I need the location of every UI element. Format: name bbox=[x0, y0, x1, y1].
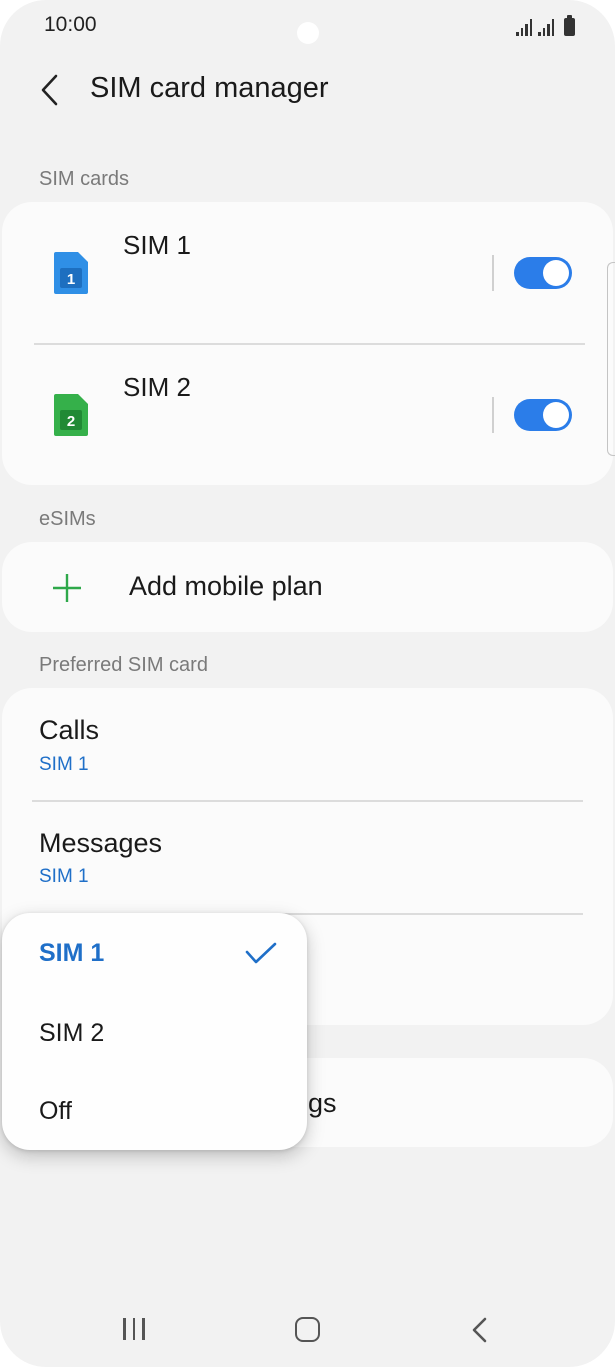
sim-badge: 2 bbox=[67, 413, 75, 430]
add-mobile-plan-label: Add mobile plan bbox=[129, 571, 323, 601]
section-label-esims: eSIMs bbox=[39, 508, 96, 530]
front-camera bbox=[297, 22, 319, 44]
vertical-divider bbox=[492, 255, 494, 291]
status-icons bbox=[516, 14, 575, 36]
popup-option-off[interactable]: Off bbox=[39, 1097, 72, 1126]
pref-title-calls: Calls bbox=[39, 715, 100, 745]
sim-2-toggle[interactable] bbox=[514, 399, 572, 431]
sim-cards-card: 1 SIM 1 2 SIM 2 bbox=[2, 202, 613, 485]
sim-row-1[interactable]: 1 SIM 1 bbox=[2, 202, 613, 342]
more-settings-label-partial: gs bbox=[308, 1088, 337, 1118]
status-time: 10:00 bbox=[44, 13, 97, 36]
signal-icon bbox=[538, 18, 554, 36]
pref-title-messages: Messages bbox=[39, 828, 163, 858]
check-icon bbox=[245, 942, 277, 964]
section-label-preferred: Preferred SIM card bbox=[39, 654, 208, 676]
divider bbox=[32, 800, 583, 802]
sim-1-toggle[interactable] bbox=[514, 257, 572, 289]
popup-option-sim-1[interactable]: SIM 1 bbox=[39, 939, 104, 968]
section-label-sim-cards: SIM cards bbox=[39, 168, 130, 190]
sim-card-icon: 1 bbox=[54, 252, 88, 294]
nav-back-icon[interactable] bbox=[469, 1316, 491, 1344]
vertical-divider bbox=[492, 397, 494, 433]
page-title: SIM card manager bbox=[90, 72, 329, 104]
signal-icon bbox=[516, 18, 532, 36]
plus-icon bbox=[53, 574, 81, 602]
pref-value-messages: SIM 1 bbox=[39, 866, 89, 887]
pref-value-calls: SIM 1 bbox=[39, 754, 89, 775]
home-icon[interactable] bbox=[295, 1317, 320, 1342]
sim-name: SIM 1 bbox=[123, 230, 191, 260]
sim-select-popup: SIM 1 SIM 2 Off bbox=[2, 913, 307, 1150]
sim-badge: 1 bbox=[67, 271, 75, 288]
sim-card-icon: 2 bbox=[54, 394, 88, 436]
back-arrow-icon[interactable] bbox=[36, 70, 66, 110]
popup-option-sim-2[interactable]: SIM 2 bbox=[39, 1019, 104, 1048]
sim-name: SIM 2 bbox=[123, 372, 191, 402]
sim-row-2[interactable]: 2 SIM 2 bbox=[2, 344, 613, 484]
phone-screen: 10:00 SIM card manager SIM cards 1 SIM 1 bbox=[0, 0, 615, 1367]
recents-icon[interactable] bbox=[123, 1318, 145, 1340]
scrollbar[interactable] bbox=[607, 262, 615, 456]
battery-icon bbox=[564, 15, 575, 36]
